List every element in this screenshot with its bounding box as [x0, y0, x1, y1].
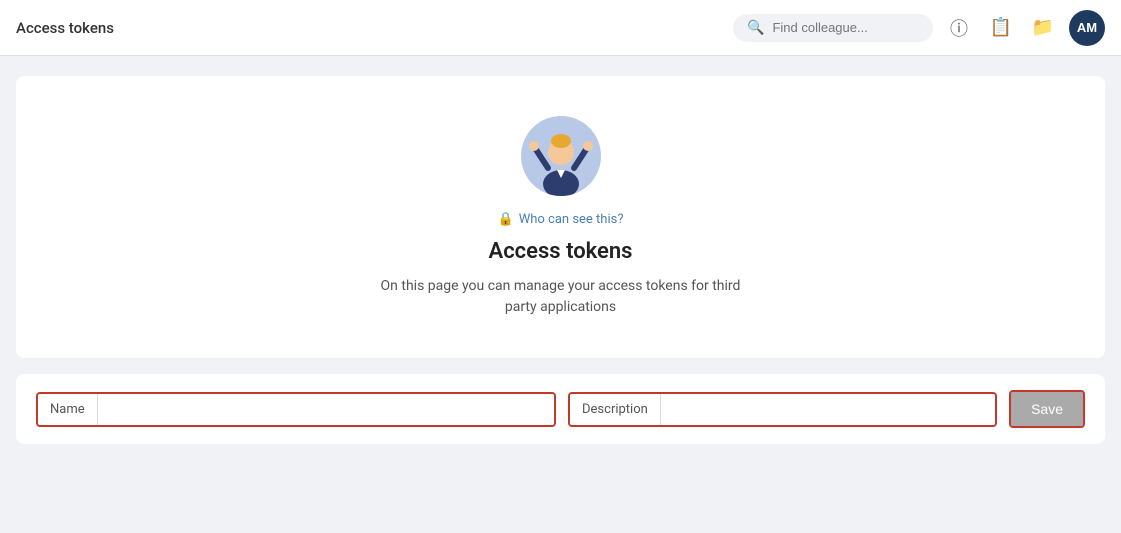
- card-description: On this page you can manage your access …: [381, 276, 741, 318]
- search-input[interactable]: [772, 20, 919, 35]
- clipboard-button[interactable]: 📋: [985, 12, 1017, 44]
- card-title: Access tokens: [489, 239, 633, 264]
- header: Access tokens 🔍 ⓘ 📋 📁 AM: [0, 0, 1121, 56]
- upload-icon: 📁: [1032, 17, 1054, 38]
- upload-button[interactable]: 📁: [1027, 12, 1059, 44]
- avatar-circle: [521, 116, 601, 196]
- form-row: Name Description Save: [16, 374, 1105, 444]
- search-bar[interactable]: 🔍: [733, 14, 933, 42]
- search-icon: 🔍: [747, 20, 764, 36]
- save-button[interactable]: Save: [1011, 392, 1083, 426]
- name-label: Name: [38, 394, 98, 425]
- avatar-initials: AM: [1077, 20, 1097, 35]
- description-input-wrapper: Description: [568, 392, 997, 427]
- avatar-button[interactable]: AM: [1069, 10, 1105, 46]
- name-input[interactable]: [98, 394, 554, 425]
- header-actions: 🔍 ⓘ 📋 📁 AM: [733, 10, 1105, 46]
- description-label: Description: [570, 394, 661, 425]
- name-input-wrapper: Name: [36, 392, 556, 427]
- info-card: 🔒 Who can see this? Access tokens On thi…: [16, 76, 1105, 358]
- help-icon: ⓘ: [950, 15, 968, 41]
- privacy-text: Who can see this?: [519, 212, 624, 227]
- lock-icon: 🔒: [498, 212, 514, 227]
- clipboard-icon: 📋: [990, 17, 1012, 38]
- avatar-illustration: [521, 116, 601, 196]
- save-button-wrapper: Save: [1009, 390, 1085, 428]
- main-content: 🔒 Who can see this? Access tokens On thi…: [0, 56, 1121, 464]
- privacy-link[interactable]: 🔒 Who can see this?: [498, 212, 624, 227]
- help-button[interactable]: ⓘ: [943, 12, 975, 44]
- page-title: Access tokens: [16, 19, 114, 37]
- description-input[interactable]: [661, 394, 995, 425]
